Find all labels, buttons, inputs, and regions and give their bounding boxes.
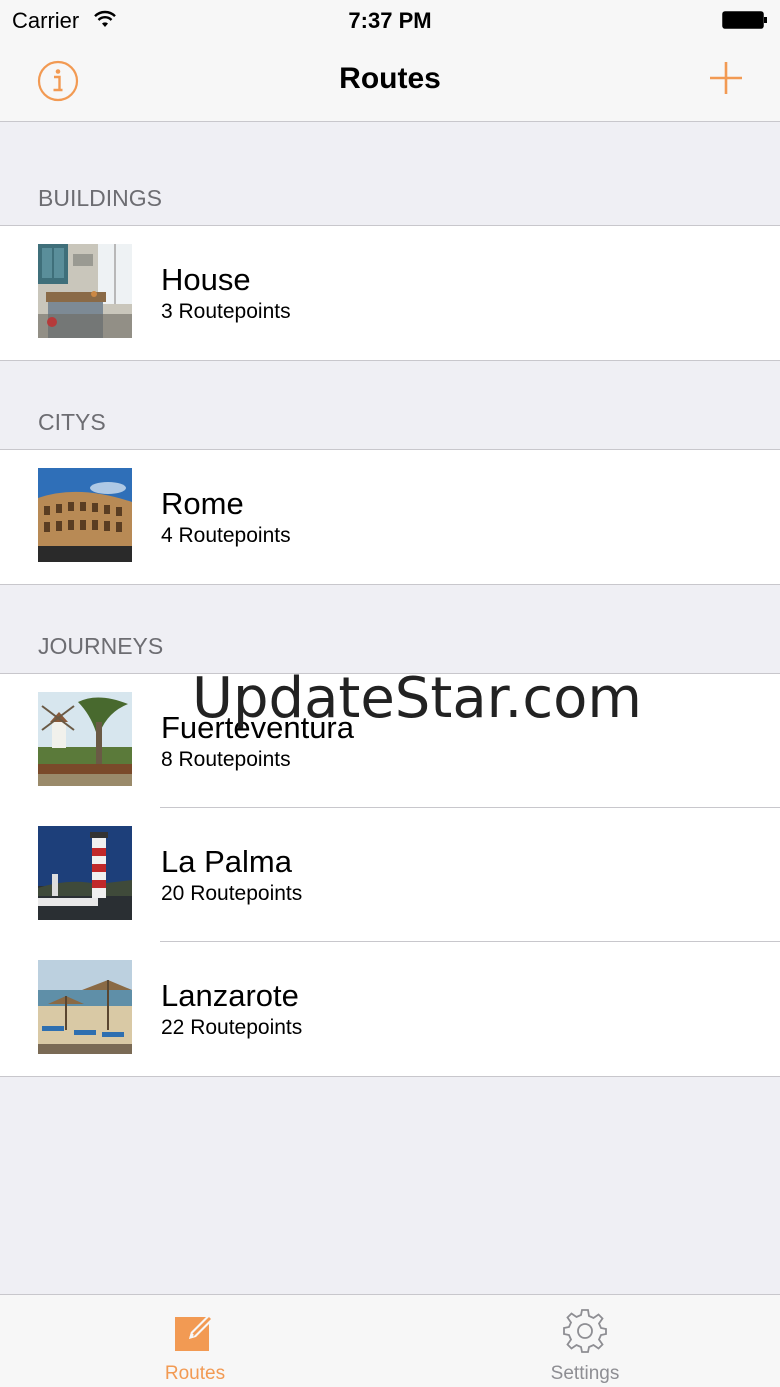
route-subtitle: 4 Routepoints (161, 524, 291, 547)
route-subtitle: 8 Routepoints (161, 748, 291, 771)
section-journeys: Fuerteventura 8 Routepoints La Palma 20 … (0, 673, 780, 1077)
gear-icon (563, 1309, 607, 1353)
tab-routes[interactable]: Routes (0, 1295, 390, 1387)
navigation-bar: Routes (0, 40, 780, 122)
tab-label: Routes (164, 1363, 226, 1384)
page-title: Routes (339, 62, 441, 95)
route-subtitle: 22 Routepoints (161, 1016, 303, 1039)
colosseum-photo (38, 468, 132, 562)
route-subtitle: 20 Routepoints (161, 882, 303, 905)
status-bar: Carrier 7:37 PM (0, 0, 780, 40)
section-buildings: House 3 Routepoints (0, 225, 780, 361)
plus-icon[interactable] (708, 60, 744, 96)
tab-settings[interactable]: Settings (390, 1295, 780, 1387)
lighthouse-photo (38, 826, 132, 920)
route-subtitle: 3 Routepoints (161, 300, 291, 323)
section-header-citys: CITYS (38, 409, 106, 435)
windmill-photo (38, 692, 132, 786)
route-row-la-palma[interactable]: La Palma 20 Routepoints (0, 807, 780, 942)
route-row-house[interactable]: House 3 Routepoints (0, 226, 780, 360)
section-citys: Rome 4 Routepoints (0, 449, 780, 585)
edit-icon (175, 1312, 216, 1351)
route-row-rome[interactable]: Rome 4 Routepoints (0, 450, 780, 584)
battery-icon (722, 11, 767, 29)
route-row-lanzarote[interactable]: Lanzarote 22 Routepoints (0, 941, 780, 1076)
tab-label: Settings (550, 1363, 620, 1384)
tab-bar: Routes Settings (0, 1294, 780, 1387)
route-name: Lanzarote (161, 978, 299, 1013)
section-header-buildings: BUILDINGS (38, 185, 162, 211)
kitchen-photo (38, 244, 132, 338)
section-header-journeys: JOURNEYS (38, 633, 164, 659)
route-name: House (161, 262, 251, 297)
route-name: La Palma (161, 844, 292, 879)
watermark: UpdateStar.com (192, 666, 642, 731)
route-name: Rome (161, 486, 244, 521)
clock: 7:37 PM (348, 8, 432, 33)
beach-photo (38, 960, 132, 1054)
